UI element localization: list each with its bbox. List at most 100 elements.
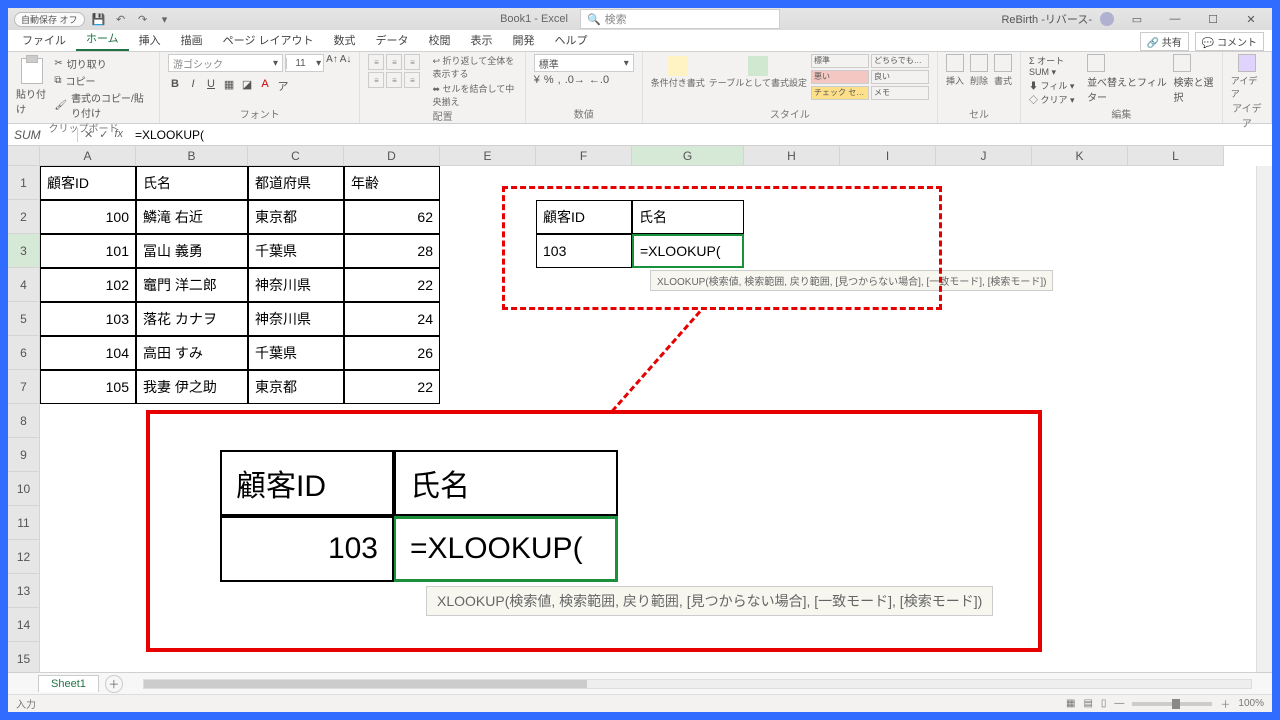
table-cell[interactable]: 神奈川県 [248,268,344,302]
zoom-slider[interactable] [1132,702,1212,706]
format-cells-button[interactable]: 書式 [994,54,1012,87]
cell-style-item[interactable]: どちらでも… [871,54,929,68]
maximize-icon[interactable]: ☐ [1198,10,1228,28]
clear-button[interactable]: ◇ クリア ▾ [1029,93,1081,106]
row-header[interactable]: 3 [8,234,40,268]
user-avatar[interactable] [1100,12,1114,26]
font-name-select[interactable]: 游ゴシック▾ [168,54,283,72]
view-page-layout-icon[interactable]: ▤ [1083,698,1092,709]
redo-icon[interactable]: ↷ [135,11,151,27]
zoom-level[interactable]: 100% [1238,698,1264,709]
cell-styles-gallery[interactable]: 標準どちらでも…悪い良いチェック セ…メモ [811,54,929,100]
sheet-tab-active[interactable]: Sheet1 [38,675,99,692]
column-header[interactable]: I [840,146,936,166]
font-size-select[interactable]: 11▾ [285,54,324,72]
increase-decimal-button[interactable]: .0→ [565,74,585,86]
column-header[interactable]: J [936,146,1032,166]
ribbon-tab[interactable]: ヘルプ [545,29,598,51]
percent-button[interactable]: % [544,74,554,86]
horizontal-scrollbar[interactable] [143,679,1252,689]
column-header[interactable]: C [248,146,344,166]
ribbon-tab[interactable]: 表示 [461,29,503,51]
ribbon-options-icon[interactable]: ▭ [1122,10,1152,28]
search-box[interactable]: 🔍 検索 [580,9,780,29]
cut-button[interactable]: 切り取り [54,56,151,71]
view-normal-icon[interactable]: ▦ [1066,698,1075,709]
table-header-cell[interactable]: 顧客ID [40,166,136,200]
fill-color-button[interactable]: ◪ [240,78,254,94]
ribbon-tab[interactable]: ファイル [12,29,76,51]
table-header-cell[interactable]: 年齢 [344,166,440,200]
table-cell[interactable]: 東京都 [248,370,344,404]
paste-button[interactable]: 貼り付け [16,54,48,116]
table-cell[interactable]: 竈門 洋二郎 [136,268,248,302]
table-cell[interactable]: 我妻 伊之助 [136,370,248,404]
ideas-button[interactable]: アイデア [1231,54,1263,100]
formula-input[interactable]: =XLOOKUP( [129,128,1272,142]
comma-button[interactable]: , [558,74,561,86]
ribbon-tab[interactable]: 数式 [324,29,366,51]
column-header[interactable]: E [440,146,536,166]
cell-style-item[interactable]: 良い [871,70,929,84]
wrap-text-button[interactable]: ↩ 折り返して全体を表示する [432,54,516,80]
row-header[interactable]: 10 [8,472,40,506]
table-cell[interactable]: 神奈川県 [248,302,344,336]
undo-icon[interactable]: ↶ [113,11,129,27]
table-cell[interactable]: 62 [344,200,440,234]
table-cell[interactable]: 24 [344,302,440,336]
autosave-toggle[interactable]: 自動保存 オフ [14,12,85,27]
row-header[interactable]: 6 [8,336,40,370]
ribbon-tab[interactable]: ホーム [76,27,129,51]
view-page-break-icon[interactable]: ▯ [1101,698,1107,709]
currency-button[interactable]: ¥ [534,74,540,86]
fill-button[interactable]: ⬇ フィル ▾ [1029,79,1081,92]
alignment-grid[interactable]: ≡≡≡≡≡≡ [368,54,420,88]
table-header-cell[interactable]: 氏名 [136,166,248,200]
decrease-font-icon[interactable]: A↓ [340,54,352,72]
insert-cells-button[interactable]: 挿入 [946,54,964,87]
worksheet-grid[interactable]: ABCDEFGHIJKL 123456789101112131415 顧客ID氏… [8,146,1272,672]
format-as-table-button[interactable]: テーブルとして書式設定 [709,54,807,89]
cell-style-item[interactable]: 悪い [811,70,869,84]
table-cell[interactable]: 102 [40,268,136,302]
column-header[interactable]: D [344,146,440,166]
cell-style-item[interactable]: 標準 [811,54,869,68]
table-cell[interactable]: 22 [344,370,440,404]
column-header[interactable]: K [1032,146,1128,166]
lookup-value-id[interactable]: 103 [536,234,632,268]
column-header[interactable]: F [536,146,632,166]
row-header[interactable]: 12 [8,540,40,574]
table-cell[interactable]: 105 [40,370,136,404]
ribbon-tab[interactable]: 挿入 [129,29,171,51]
table-cell[interactable]: 26 [344,336,440,370]
table-cell[interactable]: 落花 カナヲ [136,302,248,336]
save-icon[interactable]: 💾 [91,11,107,27]
ribbon-tab[interactable]: 校閲 [419,29,461,51]
ribbon-tab[interactable]: ページ レイアウト [213,29,324,51]
accept-formula-icon[interactable]: ✓ [99,128,108,141]
merge-center-button[interactable]: ⬌ セルを結合して中央揃え [432,82,516,108]
table-cell[interactable]: 28 [344,234,440,268]
delete-cells-button[interactable]: 削除 [970,54,988,87]
number-format-select[interactable]: 標準▾ [534,54,634,72]
row-header[interactable]: 13 [8,574,40,608]
autosum-button[interactable]: Σ オート SUM ▾ [1029,54,1081,78]
vertical-scrollbar[interactable] [1256,166,1272,672]
conditional-formatting-button[interactable]: 条件付き書式 [651,54,705,89]
bold-button[interactable]: B [168,78,182,94]
share-button[interactable]: 🔗 共有 [1140,32,1189,51]
table-cell[interactable]: 冨山 義勇 [136,234,248,268]
qat-dropdown-icon[interactable]: ▾ [157,11,173,27]
table-cell[interactable]: 東京都 [248,200,344,234]
row-header[interactable]: 5 [8,302,40,336]
row-header[interactable]: 9 [8,438,40,472]
decrease-decimal-button[interactable]: ←.0 [589,74,609,86]
ribbon-tab[interactable]: データ [366,29,419,51]
underline-button[interactable]: U [204,78,218,94]
table-cell[interactable]: 103 [40,302,136,336]
table-cell[interactable]: 高田 すみ [136,336,248,370]
row-header[interactable]: 8 [8,404,40,438]
cell-style-item[interactable]: メモ [871,86,929,100]
table-cell[interactable]: 101 [40,234,136,268]
italic-button[interactable]: I [186,78,200,94]
